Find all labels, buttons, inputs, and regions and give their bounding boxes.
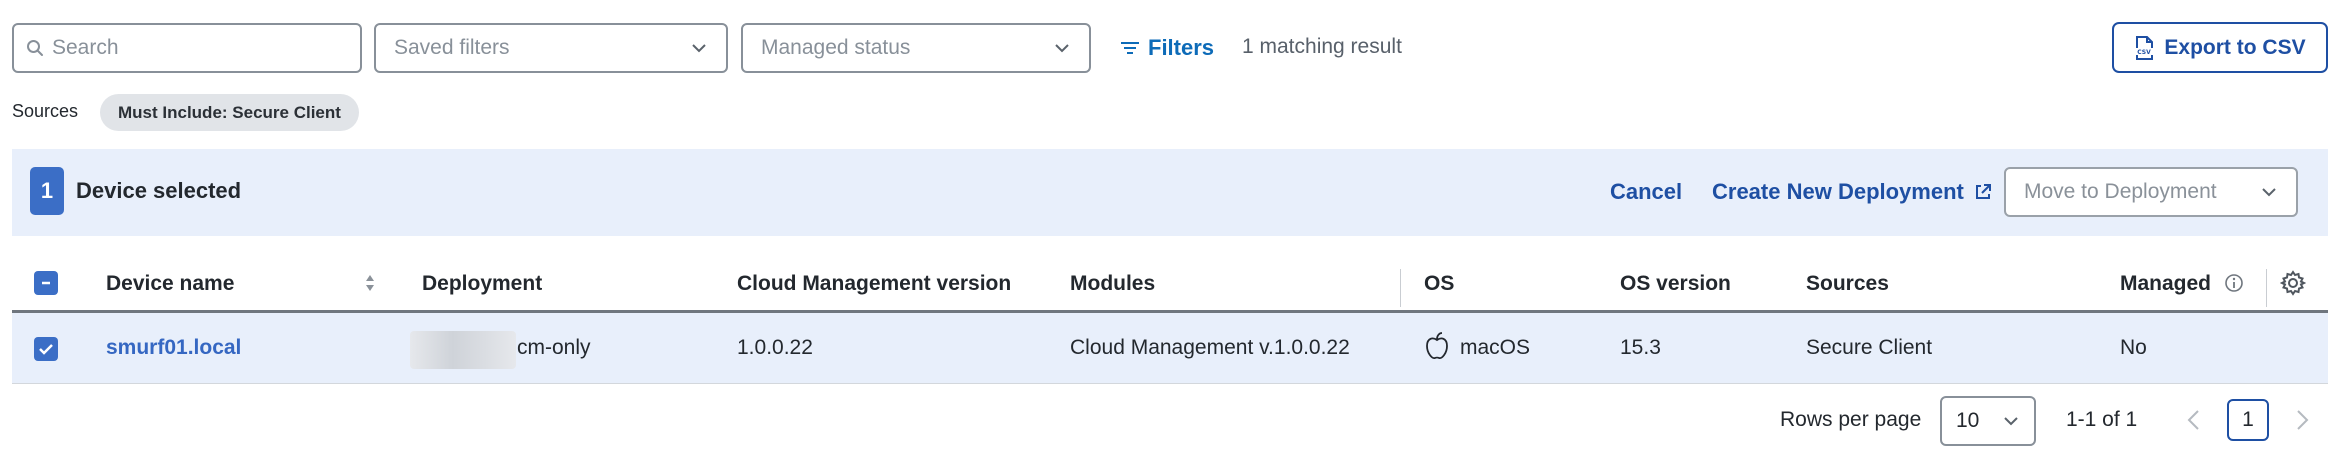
search-icon: [27, 40, 43, 56]
column-divider[interactable]: [2266, 269, 2267, 307]
source-filter-chip[interactable]: Must Include: Secure Client: [100, 94, 359, 131]
device-name-link[interactable]: smurf01.local: [106, 336, 241, 360]
column-divider[interactable]: [1400, 269, 1401, 307]
search-input[interactable]: Search: [12, 23, 362, 73]
deployment-cell: cm-only: [517, 336, 591, 359]
svg-text:CSV: CSV: [2138, 49, 2152, 56]
chevron-down-icon: [692, 44, 706, 53]
apple-icon: [1426, 332, 1448, 359]
move-to-deployment-dropdown[interactable]: Move to Deployment: [2004, 167, 2298, 217]
selected-text: Device selected: [76, 178, 242, 203]
rows-per-page-value: 10: [1956, 409, 1980, 432]
cancel-button[interactable]: Cancel: [1610, 179, 1682, 205]
info-icon[interactable]: [2224, 273, 2244, 293]
redacted-text: [410, 331, 516, 369]
sort-icon[interactable]: [364, 273, 376, 293]
saved-filters-label: Saved filters: [394, 36, 510, 59]
row-divider: [12, 383, 2328, 384]
col-header-device-name[interactable]: Device name: [106, 272, 234, 296]
export-label: Export to CSV: [2164, 35, 2306, 59]
col-header-deployment: Deployment: [422, 272, 543, 295]
col-header-cm-version: Cloud Management version: [737, 272, 1012, 295]
page-number-button[interactable]: 1: [2227, 399, 2269, 441]
csv-file-icon: CSV: [2135, 35, 2154, 60]
os-version-cell: 15.3: [1620, 336, 1661, 359]
matching-result-count: 1 matching result: [1242, 35, 1402, 58]
checkmark-icon: [39, 344, 53, 355]
saved-filters-dropdown[interactable]: Saved filters: [374, 23, 728, 73]
chevron-down-icon: [2262, 188, 2276, 197]
rows-per-page-label: Rows per page: [1780, 408, 1922, 431]
move-to-deployment-placeholder: Move to Deployment: [2024, 180, 2217, 203]
modules-cell: Cloud Management v.1.0.0.22: [1070, 336, 1350, 359]
pagination-range: 1-1 of 1: [2066, 408, 2138, 431]
selected-count-badge: 1: [30, 167, 64, 215]
col-header-sources: Sources: [1806, 272, 1889, 295]
col-header-os-version: OS version: [1620, 272, 1731, 295]
search-placeholder: Search: [52, 36, 119, 59]
managed-status-dropdown[interactable]: Managed status: [741, 23, 1091, 73]
filters-label: Filters: [1148, 35, 1215, 60]
filters-button[interactable]: Filters: [1120, 32, 1214, 64]
gear-icon[interactable]: [2280, 270, 2306, 296]
export-csv-button[interactable]: CSV Export to CSV: [2112, 22, 2328, 73]
external-link-icon: [1975, 184, 1991, 199]
create-deployment-label: Create New Deployment: [1712, 179, 1964, 204]
os-cell: macOS: [1460, 336, 1531, 359]
sources-label: Sources: [12, 101, 79, 121]
managed-cell: No: [2120, 336, 2147, 359]
row-checkbox[interactable]: [34, 337, 58, 361]
indeterminate-icon: [42, 281, 50, 285]
col-header-managed: Managed: [2120, 272, 2212, 295]
create-deployment-link[interactable]: Create New Deployment: [1712, 179, 1992, 205]
filter-icon: [1121, 42, 1139, 54]
next-page-icon[interactable]: [2292, 408, 2312, 432]
rows-per-page-select[interactable]: 10: [1940, 396, 2036, 446]
sources-cell: Secure Client: [1806, 336, 1933, 359]
chevron-down-icon: [2004, 417, 2018, 426]
managed-status-label: Managed status: [761, 36, 911, 59]
col-header-modules: Modules: [1070, 272, 1156, 295]
chevron-down-icon: [1055, 44, 1069, 53]
previous-page-icon[interactable]: [2184, 408, 2204, 432]
col-header-os: OS: [1424, 272, 1455, 295]
select-all-checkbox[interactable]: [34, 271, 58, 295]
cm-version-cell: 1.0.0.22: [737, 336, 813, 359]
